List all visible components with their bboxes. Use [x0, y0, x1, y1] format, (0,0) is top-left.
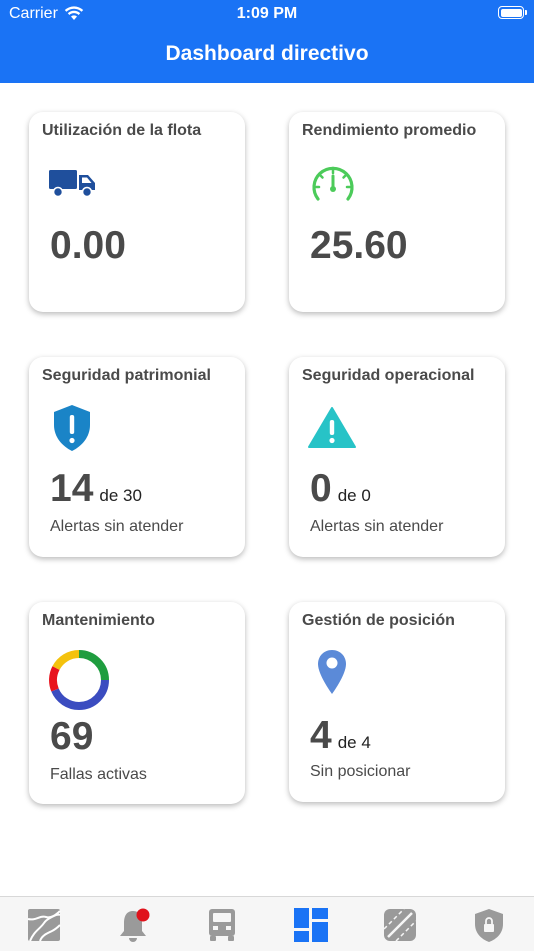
card-title: Seguridad operacional	[302, 367, 475, 384]
truck-icon	[49, 170, 95, 198]
operational-security-total: de 0	[337, 486, 371, 505]
shield-alert-icon	[54, 405, 90, 451]
map-icon[interactable]	[26, 907, 62, 943]
average-performance-value: 25.60	[310, 224, 408, 267]
position-management-caption: Sin posicionar	[310, 763, 411, 780]
truck-front-icon[interactable]	[204, 907, 240, 943]
notification-badge	[136, 908, 150, 922]
operational-security-value: 0 de 0	[310, 467, 371, 510]
patrimonial-security-caption: Alertas sin atender	[50, 518, 184, 535]
donut-chart-icon	[49, 650, 109, 710]
clock-label: 1:09 PM	[236, 5, 298, 22]
fleet-utilization-value: 0.00	[50, 224, 126, 267]
dashboard-icon[interactable]	[293, 907, 329, 943]
map-pin-icon	[318, 650, 346, 694]
average-performance-card[interactable]: Rendimiento promedio 25.60	[289, 112, 505, 312]
position-management-value: 4 de 4	[310, 714, 371, 757]
tab-bar	[0, 896, 534, 951]
header-bar: Carrier 1:09 PM Dashboard directivo	[0, 0, 534, 83]
page-title: Dashboard directivo	[165, 42, 369, 65]
battery-icon	[498, 6, 527, 19]
fleet-utilization-card[interactable]: Utilización de la flota 0.00	[29, 112, 245, 312]
card-title: Seguridad patrimonial	[42, 367, 211, 384]
card-title: Rendimiento promedio	[302, 122, 477, 139]
operational-security-caption: Alertas sin atender	[310, 518, 444, 535]
bell-icon[interactable]	[115, 907, 151, 943]
lock-shield-icon[interactable]	[471, 907, 507, 943]
maintenance-card[interactable]: Mantenimiento 69 Fallas activas	[29, 602, 245, 804]
patrimonial-security-card[interactable]: Seguridad patrimonial 14 de 30 Alertas si…	[29, 357, 245, 557]
warning-icon	[308, 407, 356, 448]
status-bar: Carrier 1:09 PM	[0, 0, 534, 28]
operational-security-card[interactable]: Seguridad operacional 0 de 0 Alertas sin …	[289, 357, 505, 557]
position-management-card[interactable]: Gestión de posición 4 de 4 Sin posicionar	[289, 602, 505, 802]
road-icon[interactable]	[382, 907, 418, 943]
card-title: Mantenimiento	[42, 612, 155, 629]
patrimonial-security-value: 14 de 30	[50, 467, 142, 510]
patrimonial-security-total: de 30	[99, 486, 142, 505]
card-title: Utilización de la flota	[42, 122, 202, 139]
speedometer-icon	[312, 166, 354, 201]
position-management-total: de 4	[337, 733, 371, 752]
maintenance-value: 69	[50, 715, 94, 758]
card-title: Gestión de posición	[302, 612, 455, 629]
maintenance-caption: Fallas activas	[50, 766, 147, 783]
